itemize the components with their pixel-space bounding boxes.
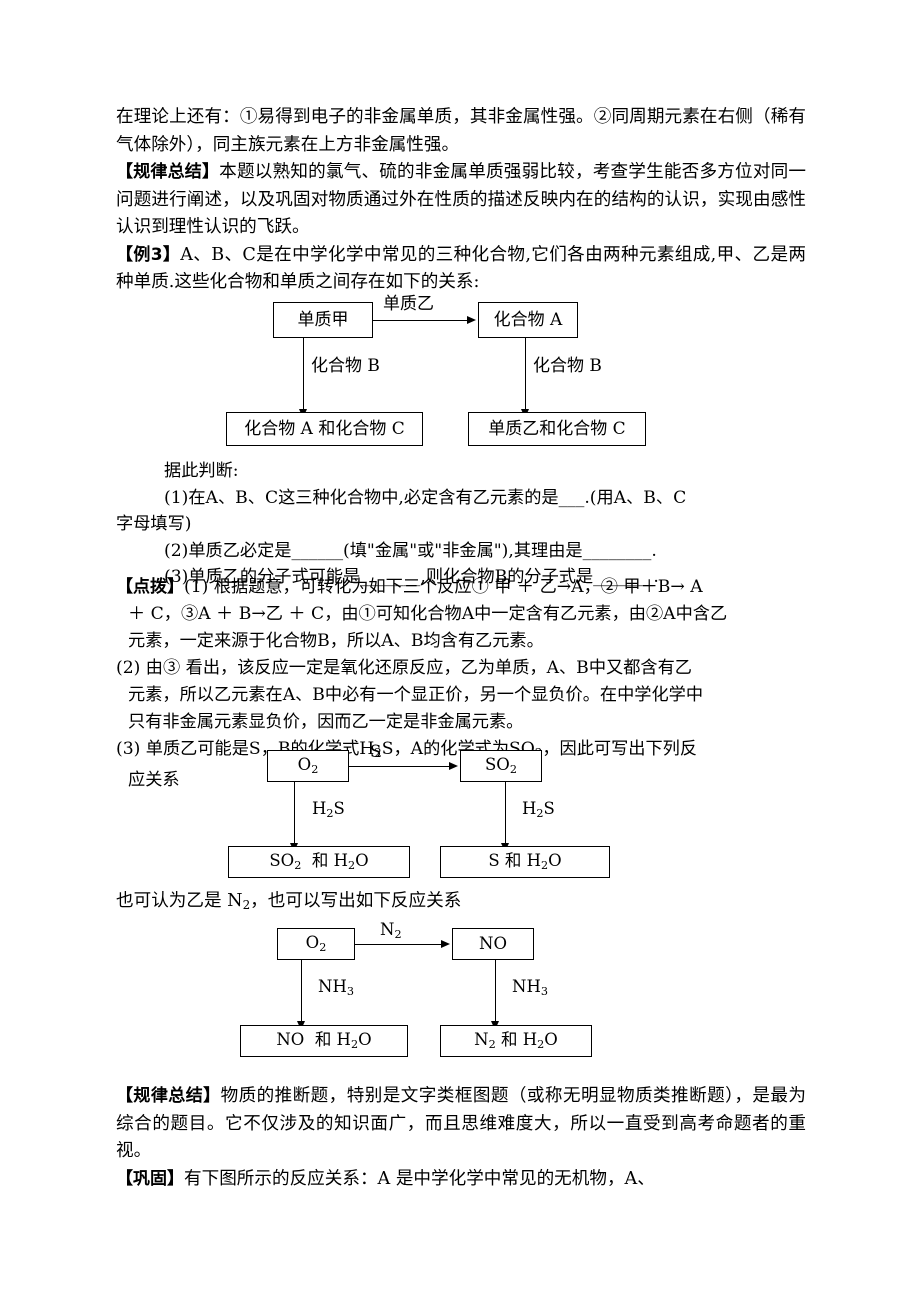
- d3-arrow-horizontal-head: [441, 939, 450, 948]
- paragraph-consolidate-text: 有下图所示的反应关系：A 是中学化学中常见的无机物，A、: [184, 1168, 655, 1189]
- d3-box-o2-label: O2: [305, 932, 327, 954]
- label-consolidate: 【巩固】: [116, 1168, 184, 1189]
- label-rule-summary-2: 【规律总结】: [116, 1086, 221, 1106]
- d3-box-o2: O2: [277, 928, 355, 960]
- d3-arrow-left-line: [301, 960, 302, 1022]
- paragraph-consolidate: 【巩固】有下图所示的反应关系：A 是中学化学中常见的无机物，A、: [116, 1166, 806, 1194]
- d3-box-no-and-h2o-label: NO 和 H2O: [276, 1029, 372, 1051]
- d3-label-n2: N2: [380, 920, 402, 941]
- paragraph-summary-2: 【规律总结】物质的推断题，特别是文字类框图题（或称无明显物质类推断题），是最为综…: [116, 1083, 806, 1166]
- d3-arrow-right-line: [495, 960, 496, 1022]
- d3-box-no: NO: [452, 928, 534, 960]
- d3-box-no-and-h2o: NO 和 H2O: [240, 1025, 408, 1057]
- d3-box-n2-and-h2o-label: N2 和 H2O: [474, 1029, 558, 1051]
- d3-arrow-horizontal-line: [355, 944, 441, 945]
- d3-label-nh3-left: NH3: [318, 977, 354, 998]
- text-block-bottom: 【规律总结】物质的推断题，特别是文字类框图题（或称无明显物质类推断题），是最为综…: [116, 1083, 806, 1193]
- d3-box-n2-and-h2o: N2 和 H2O: [440, 1025, 592, 1057]
- document-page: 在理论上还有：①易得到电子的非金属单质，其非金属性强。②同周期元素在右侧（稀有气…: [0, 0, 920, 1302]
- d3-label-nh3-right: NH3: [512, 977, 548, 998]
- d3-box-no-label: NO: [479, 933, 507, 953]
